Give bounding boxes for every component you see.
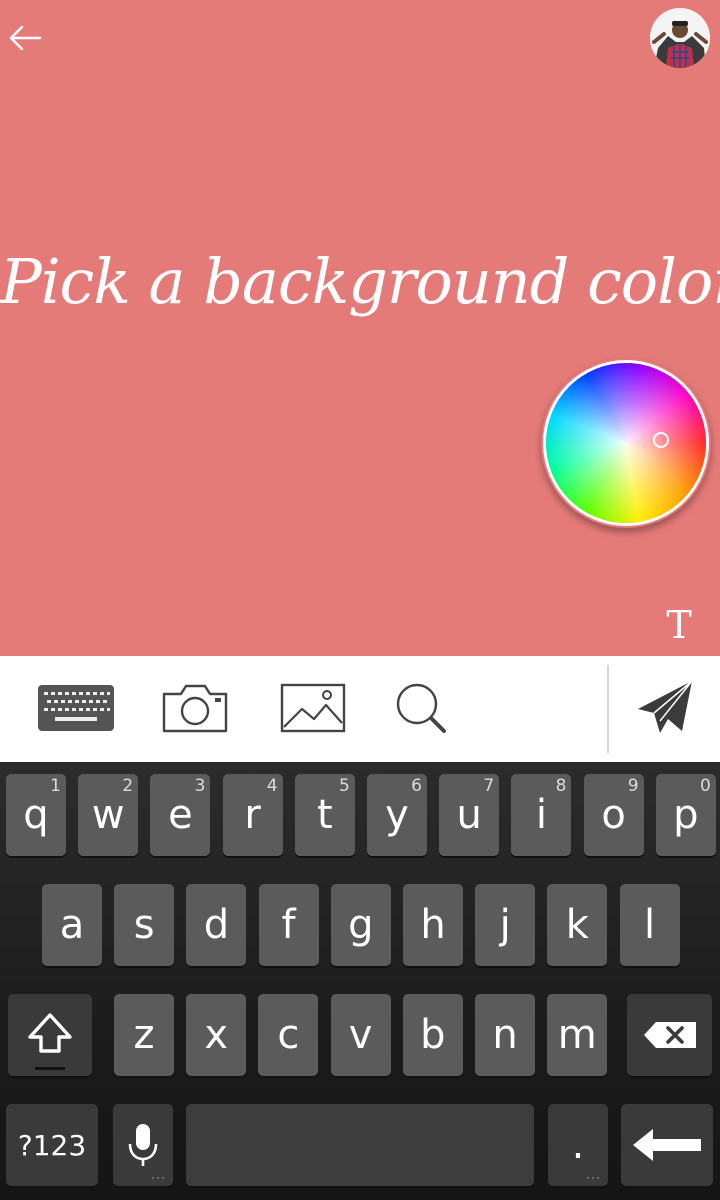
voice-input-key[interactable]: ··· (113, 1104, 173, 1186)
shift-indicator (35, 1067, 65, 1070)
key-label: x (204, 1012, 229, 1058)
key-label: f (281, 902, 296, 948)
shift-key[interactable] (8, 994, 92, 1076)
key-a[interactable]: a (42, 884, 102, 966)
back-button[interactable] (6, 18, 46, 58)
backspace-icon (643, 1022, 696, 1048)
toolbar-divider (607, 665, 609, 753)
canvas-prompt-text: Pick a background color (0, 245, 720, 318)
avatar-photo (650, 8, 710, 68)
key-hint: 6 (411, 776, 422, 796)
key-label: z (133, 1012, 155, 1058)
key-more-indicator: ··· (151, 1170, 166, 1184)
post-canvas[interactable]: Pick a background color T (0, 0, 720, 656)
key-j[interactable]: j (475, 884, 536, 966)
color-picker-handle[interactable] (653, 432, 669, 448)
period-key[interactable]: . ··· (548, 1104, 608, 1186)
text-style-button[interactable]: T (660, 603, 698, 647)
key-label: v (348, 1012, 373, 1058)
key-label: g (348, 902, 374, 948)
on-screen-keyboard: q1w2e3r4t5y6u7i8o9p0 a s d f gh j k l z x c v bnm ?… (0, 762, 720, 1200)
key-label: j (499, 902, 511, 948)
key-k[interactable]: k (547, 884, 608, 966)
key-q[interactable]: q1 (6, 774, 66, 856)
key-hint: 0 (699, 776, 711, 796)
key-label: l (644, 902, 656, 948)
symbols-key[interactable]: ?123 (6, 1104, 98, 1186)
key-label: n (492, 1012, 518, 1058)
search-icon (396, 683, 446, 733)
key-u[interactable]: u7 (439, 774, 500, 856)
composer-toolbar (0, 656, 720, 762)
search-button[interactable] (390, 678, 450, 738)
key-y[interactable]: y6 (367, 774, 427, 856)
key-label: s (133, 902, 155, 948)
key-n[interactable]: n (475, 994, 535, 1076)
key-o[interactable]: o9 (583, 774, 644, 856)
key-t[interactable]: t5 (294, 774, 355, 856)
key-hint: 3 (194, 776, 206, 796)
shift-arrow-icon (28, 1013, 72, 1053)
key-w[interactable]: w2 (78, 774, 139, 856)
enter-arrow-icon (633, 1129, 701, 1161)
microphone-icon (128, 1124, 158, 1166)
keyboard-icon (38, 685, 114, 731)
enter-key[interactable] (621, 1104, 713, 1186)
send-icon (638, 680, 693, 733)
gallery-button[interactable] (279, 678, 347, 738)
key-hint: 9 (627, 776, 639, 796)
send-button[interactable] (630, 678, 700, 738)
key-f[interactable]: f (258, 884, 319, 966)
key-label: c (277, 1012, 300, 1058)
keyboard-button[interactable] (36, 678, 116, 738)
key-p[interactable]: p0 (655, 774, 716, 856)
key-hint: 2 (122, 776, 134, 796)
color-wheel[interactable] (541, 358, 711, 528)
key-more-indicator: ··· (586, 1170, 601, 1184)
key-x[interactable]: x (186, 994, 247, 1076)
arrow-left-icon (9, 25, 42, 51)
key-label: k (565, 902, 589, 948)
key-label: a (59, 902, 85, 948)
key-m[interactable]: m (547, 994, 608, 1076)
key-c[interactable]: c (258, 994, 319, 1076)
key-hint: 5 (338, 776, 350, 796)
key-d[interactable]: d (186, 884, 247, 966)
key-label: b (420, 1012, 446, 1058)
key-v[interactable]: v (330, 994, 391, 1076)
key-hint: 4 (266, 776, 278, 796)
key-e[interactable]: e3 (150, 774, 211, 856)
key-hint: 8 (555, 776, 567, 796)
key-z[interactable]: z (114, 994, 174, 1076)
key-i[interactable]: i8 (511, 774, 572, 856)
camera-button[interactable] (160, 678, 230, 738)
backspace-key[interactable] (627, 994, 712, 1076)
key-b[interactable]: b (402, 994, 463, 1076)
image-icon (280, 683, 346, 733)
space-key[interactable] (186, 1104, 534, 1186)
color-wheel-spectrum[interactable] (546, 363, 706, 523)
camera-icon (162, 684, 228, 733)
key-label: h (420, 902, 446, 948)
key-s[interactable]: s (114, 884, 175, 966)
key-g[interactable]: g (330, 884, 391, 966)
key-hint: 1 (50, 776, 61, 796)
user-avatar[interactable] (650, 8, 710, 68)
key-label: m (557, 1012, 597, 1058)
key-hint: 7 (483, 776, 495, 796)
key-h[interactable]: h (403, 884, 463, 966)
key-r[interactable]: r4 (222, 774, 283, 856)
key-l[interactable]: l (619, 884, 680, 966)
key-label: d (203, 902, 230, 948)
